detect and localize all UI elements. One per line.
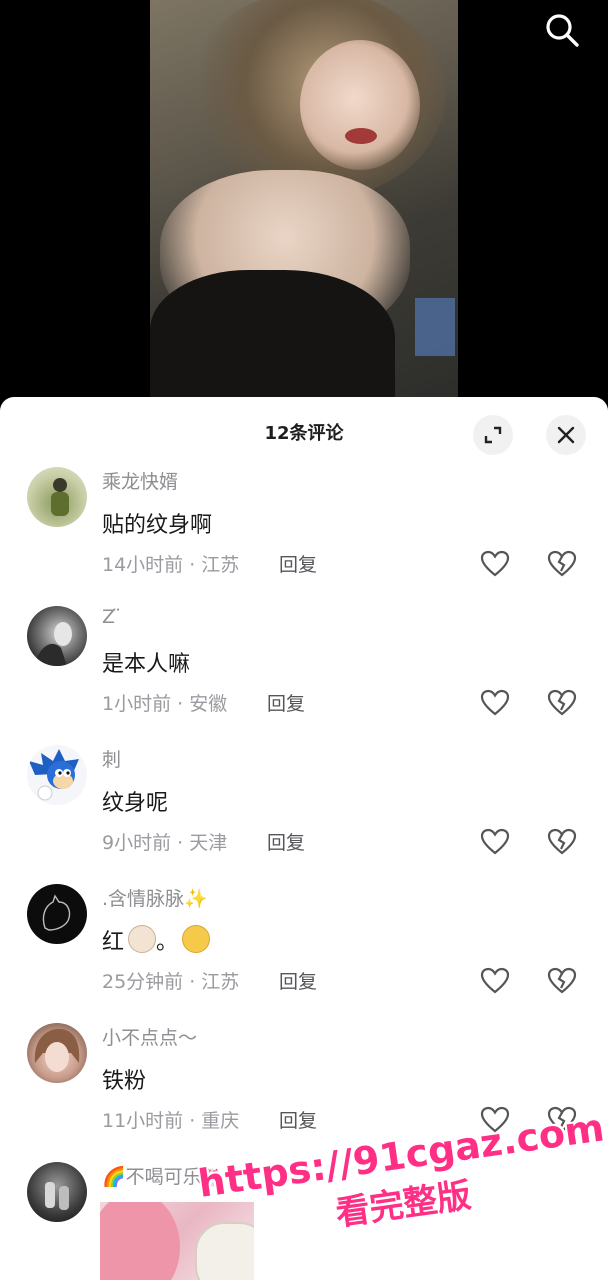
- cow-emoji-icon: [128, 925, 157, 953]
- like-button[interactable]: [480, 966, 510, 996]
- avatar[interactable]: [27, 745, 87, 805]
- comment-text: 纹身呢: [102, 791, 169, 816]
- heart-icon: [480, 689, 510, 716]
- avatar[interactable]: [27, 1023, 87, 1083]
- comment-meta: 14小时前 · 江苏: [102, 554, 240, 576]
- reply-button[interactable]: 回复: [279, 1106, 317, 1133]
- heart-icon: [480, 550, 510, 577]
- comment-item: Z ̈ 是本人嘛 1小时前 · 安徽 回复: [0, 602, 608, 741]
- comment-username[interactable]: Z ̈: [102, 606, 121, 628]
- reply-button[interactable]: 回复: [279, 550, 317, 577]
- comment-meta: 9小时前 · 天津: [102, 832, 228, 854]
- reply-button[interactable]: 回复: [267, 689, 305, 716]
- comment-item: 刺 纹身呢 9小时前 · 天津 回复: [0, 741, 608, 880]
- heart-icon: [480, 828, 510, 855]
- comment-item: .含情脉脉✨ 红。 25分钟前 · 江苏 回复: [0, 880, 608, 1019]
- comments-header: 12条评论: [0, 397, 608, 471]
- comment-meta: 1小时前 · 安徽: [102, 693, 228, 715]
- comment-text: 是本人嘛: [102, 652, 191, 677]
- comment-username[interactable]: .含情脉脉✨: [102, 884, 208, 911]
- expand-icon: [484, 426, 502, 444]
- expand-button[interactable]: [473, 415, 513, 455]
- close-icon: [557, 426, 575, 444]
- comment-text: 铁粉: [102, 1069, 147, 1094]
- dislike-button[interactable]: [547, 966, 577, 996]
- reply-button[interactable]: 回复: [267, 828, 305, 855]
- like-button[interactable]: [480, 688, 510, 718]
- broken-heart-icon: [547, 967, 577, 994]
- like-button[interactable]: [480, 549, 510, 579]
- avatar[interactable]: [27, 884, 87, 944]
- search-button[interactable]: [542, 10, 582, 50]
- broken-heart-icon: [547, 828, 577, 855]
- reply-button[interactable]: 回复: [279, 967, 317, 994]
- broken-heart-icon: [547, 689, 577, 716]
- search-icon: [546, 14, 579, 47]
- comment-username[interactable]: 乘龙快婿: [102, 467, 178, 494]
- comment-username[interactable]: 刺: [102, 745, 121, 772]
- dislike-button[interactable]: [547, 549, 577, 579]
- close-button[interactable]: [546, 415, 586, 455]
- comment-text-suffix: 。: [156, 930, 179, 955]
- like-button[interactable]: [480, 827, 510, 857]
- dislike-button[interactable]: [547, 827, 577, 857]
- comment-text: 红。: [102, 924, 211, 956]
- video-player[interactable]: [0, 0, 608, 410]
- avatar[interactable]: [27, 1162, 87, 1222]
- comment-item: 乘龙快婿 贴的纹身啊 14小时前 · 江苏 回复: [0, 463, 608, 602]
- video-frame: [150, 0, 458, 410]
- avatar[interactable]: [27, 467, 87, 527]
- dislike-button[interactable]: [547, 688, 577, 718]
- comment-text-main: 红: [102, 930, 125, 955]
- broken-heart-icon: [547, 550, 577, 577]
- pleading-face-emoji-icon: [182, 925, 211, 953]
- avatar[interactable]: [27, 606, 87, 666]
- comment-text: 贴的纹身啊: [102, 513, 213, 538]
- comment-count-title: 12条评论: [264, 423, 344, 444]
- comment-meta: 25分钟前 · 江苏: [102, 971, 240, 993]
- comment-username[interactable]: 小不点点～: [102, 1023, 197, 1050]
- heart-icon: [480, 967, 510, 994]
- comment-meta: 11小时前 · 重庆: [102, 1110, 240, 1132]
